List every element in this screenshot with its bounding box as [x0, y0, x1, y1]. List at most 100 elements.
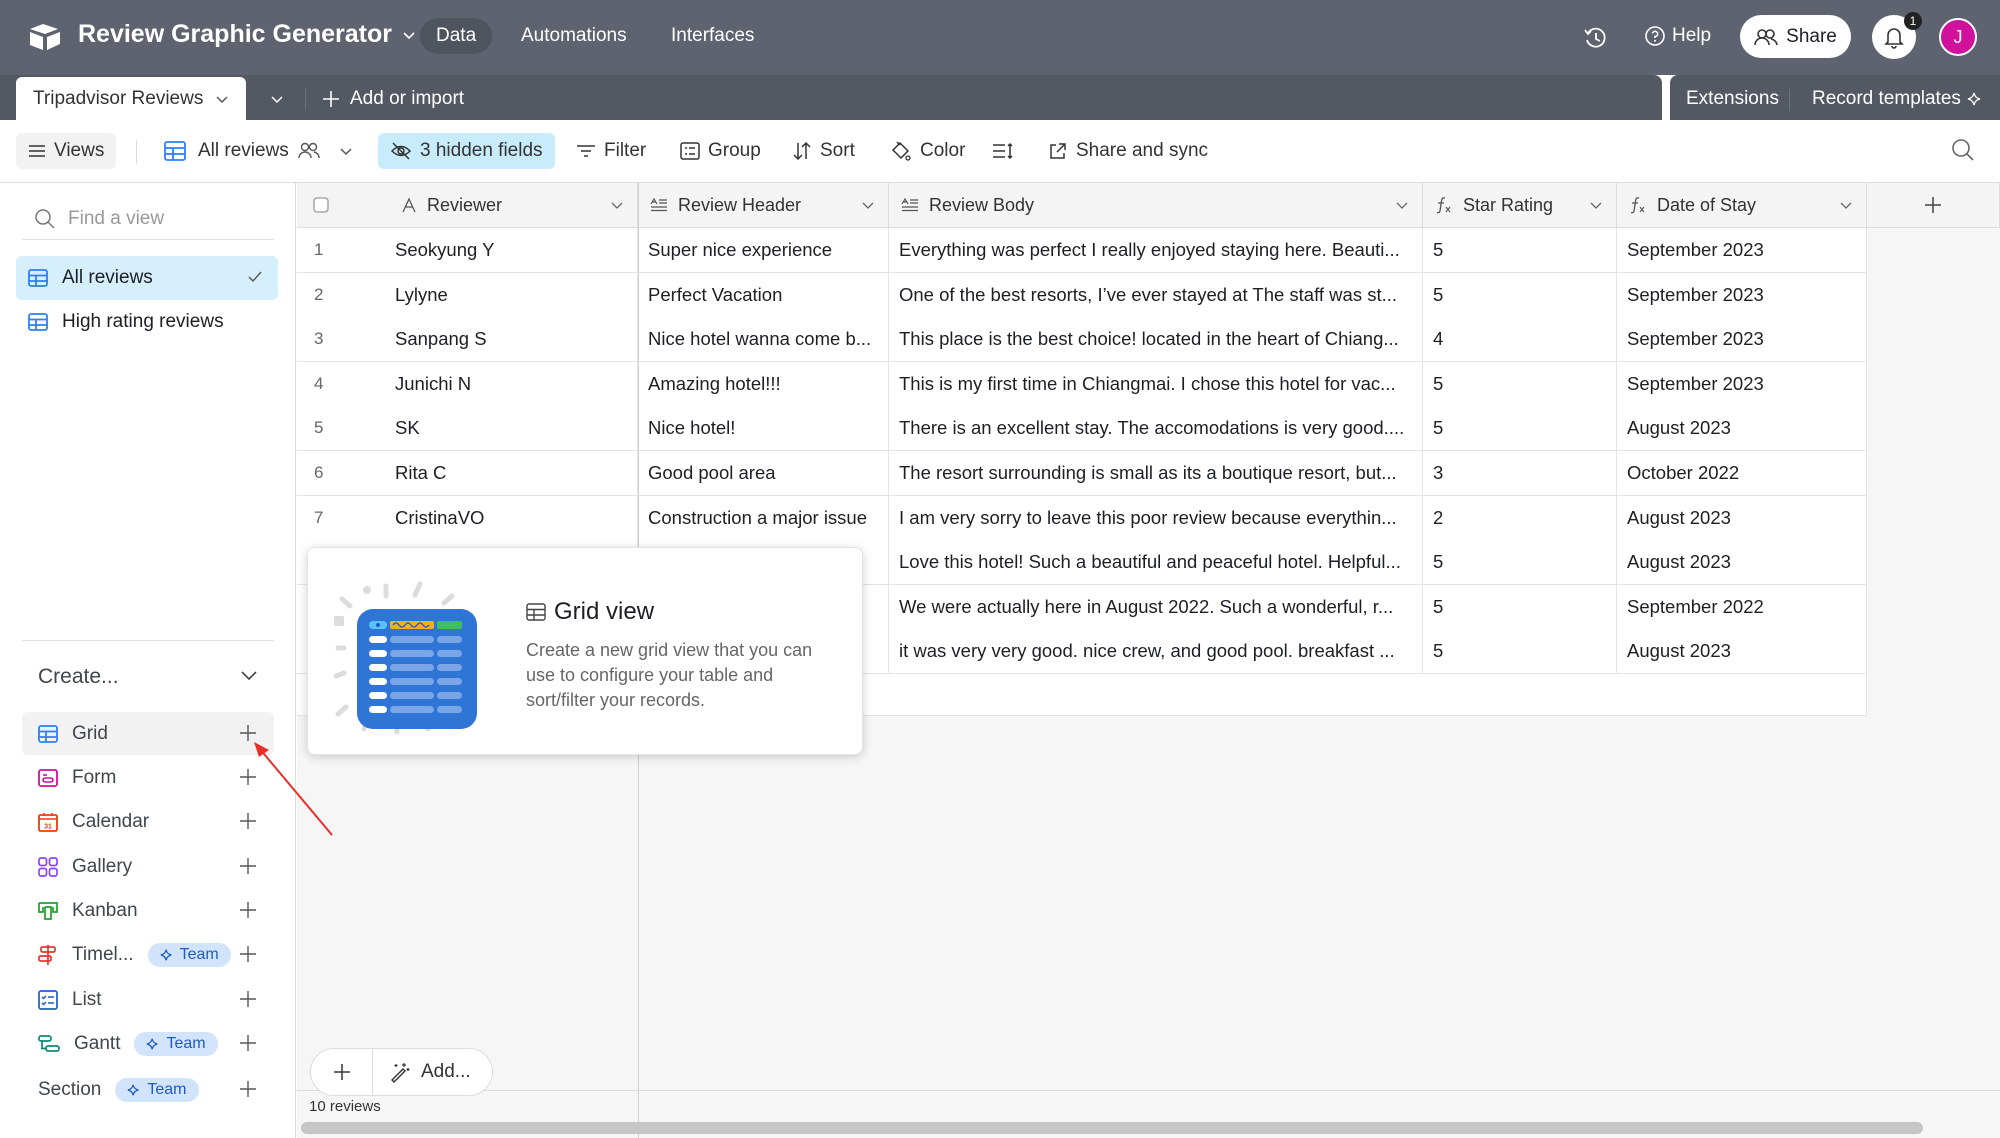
column-header-review-header[interactable]: Review Header: [638, 183, 889, 228]
base-title[interactable]: Review Graphic Generator: [78, 20, 416, 49]
column-header-date-of-stay[interactable]: Date of Stay: [1617, 183, 1867, 228]
cell-review-body[interactable]: One of the best resorts, I’ve ever staye…: [889, 272, 1423, 318]
cell-reviewer[interactable]: 6 Rita C: [297, 451, 638, 497]
cell-date-of-stay[interactable]: September 2023: [1617, 272, 1867, 318]
cell-star-rating[interactable]: 5: [1423, 361, 1617, 407]
cell-star-rating[interactable]: 5: [1423, 228, 1617, 274]
cell-review-header[interactable]: Perfect Vacation: [638, 272, 889, 318]
view-item-high-rating-reviews[interactable]: High rating reviews: [16, 300, 278, 344]
create-list-view[interactable]: List: [22, 978, 274, 1021]
cell-reviewer[interactable]: 5 SK: [297, 406, 638, 452]
cell-date-of-stay[interactable]: September 2023: [1617, 361, 1867, 407]
create-gantt-view[interactable]: Gantt Team: [22, 1022, 274, 1065]
hidden-fields-button[interactable]: 3 hidden fields: [378, 133, 555, 169]
chevron-down-icon[interactable]: [1838, 197, 1854, 213]
chevron-down-icon[interactable]: [860, 197, 876, 213]
group-button[interactable]: Group: [672, 133, 769, 169]
view-item-all-reviews[interactable]: All reviews: [16, 256, 278, 300]
cell-date-of-stay[interactable]: August 2023: [1617, 495, 1867, 541]
cell-date-of-stay[interactable]: September 2023: [1617, 228, 1867, 274]
cell-review-body[interactable]: This place is the best choice! located i…: [889, 317, 1423, 363]
cell-star-rating[interactable]: 3: [1423, 451, 1617, 497]
search-icon[interactable]: [1950, 137, 1978, 165]
horizontal-scrollbar[interactable]: [301, 1122, 1923, 1134]
cell-reviewer[interactable]: 3 Sanpang S: [297, 317, 638, 363]
select-all-checkbox[interactable]: [313, 197, 329, 213]
cell-review-header[interactable]: Super nice experience: [638, 228, 889, 274]
chevron-down-icon[interactable]: [609, 197, 625, 213]
create-gallery-view[interactable]: Gallery: [22, 845, 274, 888]
create-kanban-view[interactable]: Kanban: [22, 889, 274, 932]
add-field-button[interactable]: [1867, 183, 2000, 228]
cell-reviewer[interactable]: 4 Junichi N: [297, 361, 638, 407]
cell-date-of-stay[interactable]: September 2022: [1617, 584, 1867, 630]
cell-reviewer[interactable]: 1 Seokyung Y: [297, 228, 638, 274]
filter-button[interactable]: Filter: [568, 133, 654, 169]
cell-review-header[interactable]: Amazing hotel!!!: [638, 361, 889, 407]
cell-review-header[interactable]: Nice hotel!: [638, 406, 889, 452]
cell-star-rating[interactable]: 4: [1423, 317, 1617, 363]
create-section[interactable]: Section Team: [22, 1068, 274, 1111]
cell-date-of-stay[interactable]: August 2023: [1617, 406, 1867, 452]
plus-icon[interactable]: [238, 1033, 258, 1053]
create-grid-view[interactable]: Grid: [22, 712, 274, 755]
cell-review-body[interactable]: We were actually here in August 2022. Su…: [889, 584, 1423, 630]
app-logo-icon[interactable]: [28, 22, 62, 52]
cell-review-body[interactable]: Love this hotel! Such a beautiful and pe…: [889, 540, 1423, 586]
chevron-down-icon[interactable]: [1394, 197, 1410, 213]
nav-data[interactable]: Data: [420, 18, 493, 54]
color-button[interactable]: Color: [882, 133, 973, 169]
row-height-button[interactable]: [984, 133, 1022, 169]
column-header-star-rating[interactable]: Star Rating: [1423, 183, 1617, 228]
add-record-button[interactable]: [311, 1049, 373, 1095]
plus-icon[interactable]: [238, 856, 258, 876]
cell-star-rating[interactable]: 5: [1423, 272, 1617, 318]
user-avatar[interactable]: J: [1939, 18, 1977, 56]
collapse-create-chevron-icon[interactable]: [238, 664, 260, 686]
cell-review-body[interactable]: it was very very good. nice crew, and go…: [889, 629, 1423, 675]
cell-star-rating[interactable]: 2: [1423, 495, 1617, 541]
cell-date-of-stay[interactable]: August 2023: [1617, 629, 1867, 675]
plus-icon[interactable]: [238, 989, 258, 1009]
share-and-sync-button[interactable]: Share and sync: [1040, 133, 1216, 169]
find-view-input[interactable]: Find a view: [22, 198, 274, 240]
views-toggle-button[interactable]: Views: [16, 133, 117, 169]
help-button[interactable]: Help: [1644, 18, 1711, 54]
cell-review-body[interactable]: I am very sorry to leave this poor revie…: [889, 495, 1423, 541]
plus-icon[interactable]: [238, 900, 258, 920]
plus-icon[interactable]: [238, 1079, 258, 1099]
cell-review-body[interactable]: There is an excellent stay. The accomoda…: [889, 406, 1423, 452]
cell-date-of-stay[interactable]: October 2022: [1617, 451, 1867, 497]
cell-date-of-stay[interactable]: August 2023: [1617, 540, 1867, 586]
cell-review-body[interactable]: This is my first time in Chiangmai. I ch…: [889, 361, 1423, 407]
cell-review-body[interactable]: The resort surrounding is small as its a…: [889, 451, 1423, 497]
add-more-button[interactable]: Add...: [373, 1061, 471, 1083]
add-or-import-button[interactable]: Add or import: [322, 85, 464, 113]
cell-star-rating[interactable]: 5: [1423, 540, 1617, 586]
cell-review-header[interactable]: Construction a major issue: [638, 495, 889, 541]
table-tab-tripadvisor-reviews[interactable]: Tripadvisor Reviews: [16, 77, 246, 120]
all-tables-dropdown[interactable]: [262, 85, 292, 113]
cell-star-rating[interactable]: 5: [1423, 406, 1617, 452]
extensions-button[interactable]: Extensions: [1686, 85, 1779, 113]
create-timeline-view[interactable]: Timel... Team: [22, 933, 274, 976]
history-icon[interactable]: [1582, 24, 1610, 52]
create-calendar-view[interactable]: 31 Calendar: [22, 800, 274, 843]
nav-interfaces[interactable]: Interfaces: [655, 18, 770, 54]
cell-review-header[interactable]: Good pool area: [638, 451, 889, 497]
sort-button[interactable]: Sort: [784, 133, 863, 169]
cell-reviewer[interactable]: 7 CristinaVO: [297, 495, 638, 541]
view-switcher[interactable]: All reviews: [156, 133, 361, 169]
column-header-review-body[interactable]: Review Body: [889, 183, 1423, 228]
cell-star-rating[interactable]: 5: [1423, 629, 1617, 675]
create-form-view[interactable]: Form: [22, 756, 274, 799]
column-header-reviewer[interactable]: Reviewer: [297, 183, 638, 228]
chevron-down-icon[interactable]: [1588, 197, 1604, 213]
cell-star-rating[interactable]: 5: [1423, 584, 1617, 630]
share-button[interactable]: Share: [1740, 15, 1851, 58]
cell-review-body[interactable]: Everything was perfect I really enjoyed …: [889, 228, 1423, 274]
cell-reviewer[interactable]: 2 Lylyne: [297, 272, 638, 318]
cell-date-of-stay[interactable]: September 2023: [1617, 317, 1867, 363]
record-templates-button[interactable]: Record templates: [1812, 85, 1983, 113]
cell-review-header[interactable]: Nice hotel wanna come b...: [638, 317, 889, 363]
